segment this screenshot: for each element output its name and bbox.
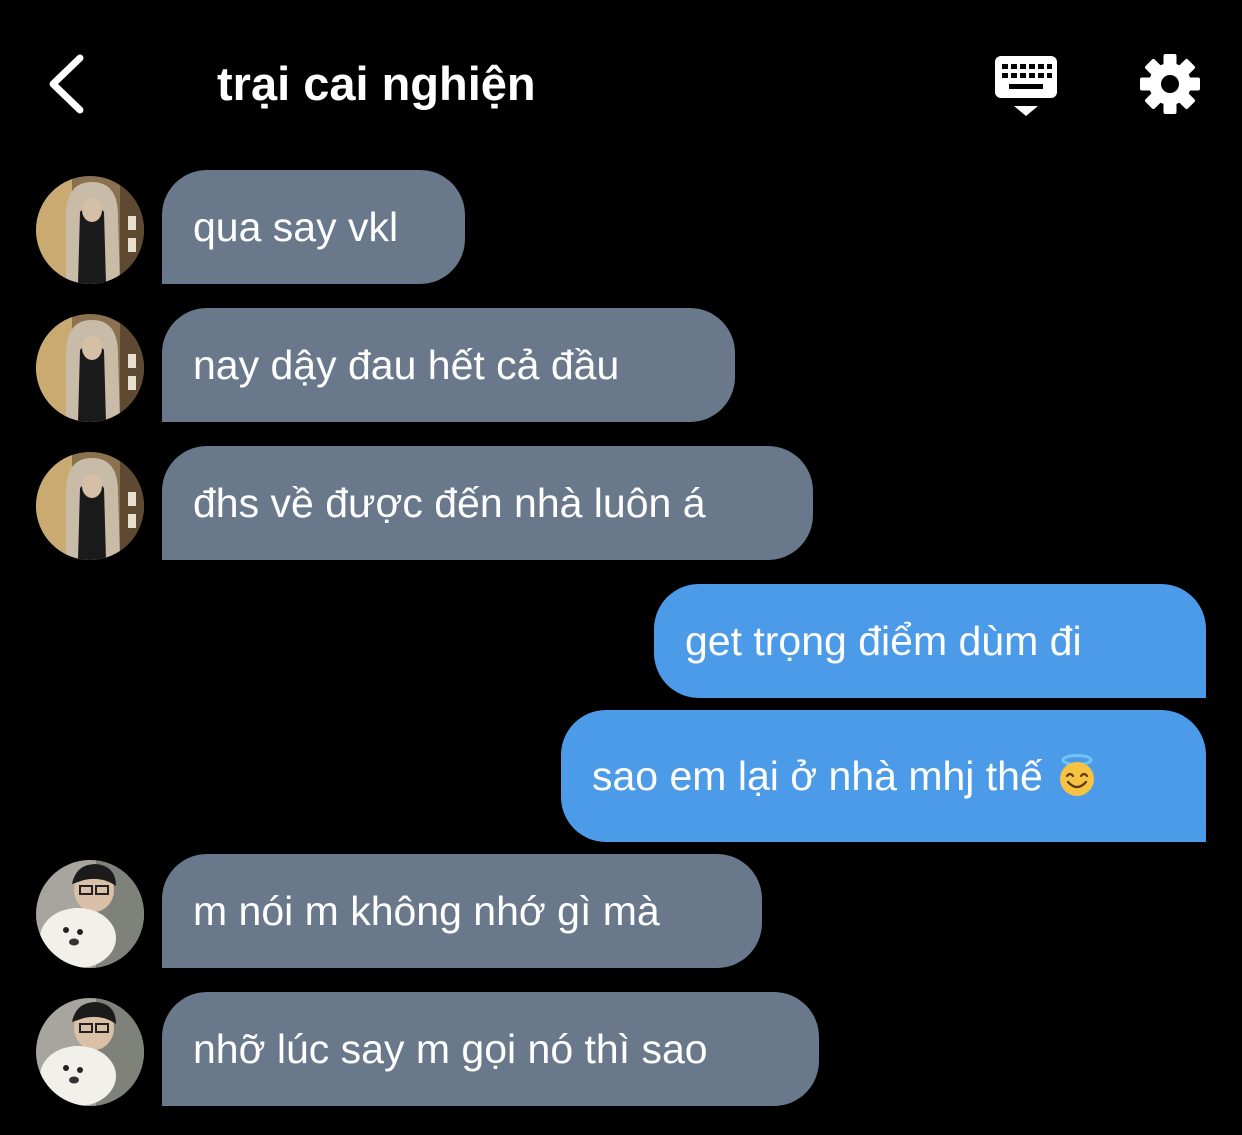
boy-with-dog-avatar[interactable] <box>36 860 144 968</box>
boy-with-dog-avatar[interactable] <box>36 998 144 1106</box>
hooded-person-avatar[interactable] <box>36 452 144 560</box>
hooded-person-avatar[interactable] <box>36 176 144 284</box>
message-bubble[interactable]: sao em lại ở nhà mhj thế <box>561 710 1206 842</box>
message-text: đhs về được đến nhà luôn á <box>193 480 706 526</box>
message-text: nay dậy đau hết cả đầu <box>193 342 620 388</box>
message-bubble[interactable]: nay dậy đau hết cả đầu <box>162 308 735 422</box>
message-bubble[interactable]: m nói m không nhớ gì mà <box>162 854 762 968</box>
message-text: sao em lại ở nhà mhj thế <box>592 753 1043 799</box>
message-bubble[interactable]: đhs về được đến nhà luôn á <box>162 446 813 560</box>
message-text: nhỡ lúc say m gọi nó thì sao <box>193 1026 708 1072</box>
smiling-face-with-halo-icon <box>1059 754 1094 796</box>
message-list[interactable]: qua say vkl nay dậy đau hết cả đầu đhs v… <box>0 0 1242 1135</box>
message-bubble[interactable]: nhỡ lúc say m gọi nó thì sao <box>162 992 819 1106</box>
message-bubble[interactable]: qua say vkl <box>162 170 465 284</box>
message-bubble[interactable]: get trọng điểm dùm đi <box>654 584 1206 698</box>
message-text: m nói m không nhớ gì mà <box>193 888 660 934</box>
hooded-person-avatar[interactable] <box>36 314 144 422</box>
message-text: qua say vkl <box>193 204 399 250</box>
message-text: get trọng điểm dùm đi <box>685 618 1082 664</box>
